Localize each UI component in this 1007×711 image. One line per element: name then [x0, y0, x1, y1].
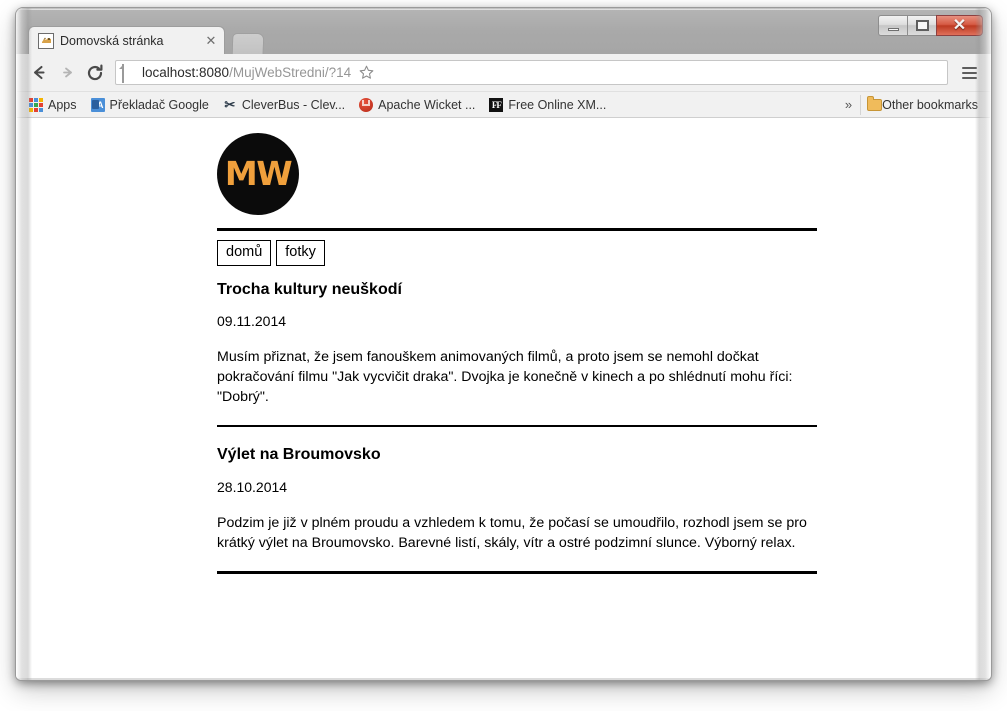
post-body: Musím přiznat, že jsem fanouškem animova… — [217, 348, 793, 406]
page-content: MW domů fotky Trocha kultury neuškodí 09… — [217, 133, 817, 574]
hamburger-line — [961, 71, 977, 74]
reload-button[interactable] — [81, 59, 109, 87]
url-text: localhost:8080/MujWebStredni/?14 — [142, 65, 351, 80]
tab-close-icon[interactable]: ✕ — [204, 34, 218, 47]
bookmark-star-icon[interactable] — [357, 65, 375, 80]
nav-link-fotky[interactable]: fotky — [276, 240, 325, 266]
header-divider — [217, 228, 817, 231]
bookmark-google-translate[interactable]: A Překladač Google — [85, 95, 215, 115]
post-body: Podzim je již v plném proudu a vzhledem … — [217, 514, 807, 551]
bookmark-free-online-xml[interactable]: FF Free Online XM... — [483, 95, 612, 115]
bookmark-cleverbus[interactable]: ✂ CleverBus - Clev... — [217, 95, 351, 115]
other-bookmarks-button[interactable]: Other bookmarks — [860, 94, 984, 115]
back-arrow-icon — [33, 65, 45, 80]
site-navigation: domů fotky — [217, 240, 817, 266]
browser-window: ✕ Domovská stránka ✕ localhost:8080/MujW… — [16, 8, 991, 680]
post-divider — [217, 425, 817, 428]
bookmark-label: Apps — [48, 97, 77, 112]
browser-tab[interactable]: Domovská stránka ✕ — [28, 26, 225, 54]
url-host: localhost:8080 — [142, 65, 230, 80]
reload-icon — [87, 63, 103, 80]
blog-post: Trocha kultury neuškodí 09.11.2014 Musím… — [217, 280, 817, 408]
bookmark-label: CleverBus - Clev... — [241, 97, 346, 112]
window-title-bar: ✕ Domovská stránka ✕ — [16, 8, 991, 54]
nav-link-domu[interactable]: domů — [217, 240, 272, 266]
page-viewport: MW domů fotky Trocha kultury neuškodí 09… — [17, 118, 990, 678]
bookmark-label: Překladač Google — [109, 97, 209, 112]
desktop-background: ✕ Domovská stránka ✕ localhost:8080/MujW… — [0, 0, 1007, 711]
tab-title: Domovská stránka — [60, 33, 164, 48]
free-online-xml-icon: FF — [489, 97, 504, 112]
bookmarks-bar: Apps A Překladač Google ✂ CleverBus - Cl… — [17, 92, 990, 118]
post-title: Výlet na Broumovsko — [217, 446, 381, 464]
new-tab-button[interactable] — [231, 33, 265, 54]
post-title: Trocha kultury neuškodí — [217, 280, 402, 298]
post-date: 28.10.2014 — [217, 478, 288, 495]
browser-toolbar: localhost:8080/MujWebStredni/?14 — [17, 54, 990, 92]
bookmark-label: Free Online XM... — [508, 97, 607, 112]
page-document-icon — [122, 64, 136, 83]
other-bookmarks-label: Other bookmarks — [882, 97, 978, 112]
google-translate-icon: A — [90, 97, 105, 112]
forward-arrow-icon — [62, 67, 72, 78]
favicon-icon — [38, 32, 54, 49]
bookmark-apps[interactable]: Apps — [23, 95, 83, 115]
folder-icon — [867, 96, 883, 111]
back-button[interactable] — [25, 59, 53, 87]
hamburger-line — [961, 66, 977, 69]
chrome-menu-button[interactable] — [956, 60, 982, 86]
tab-strip: Domovská stránka ✕ — [16, 26, 991, 54]
cleverbus-icon: ✂ — [224, 96, 236, 112]
address-bar[interactable]: localhost:8080/MujWebStredni/?14 — [115, 60, 948, 85]
apache-wicket-icon — [359, 97, 374, 112]
apps-grid-icon — [29, 97, 43, 112]
url-path: /MujWebStredni/?14 — [229, 65, 352, 80]
post-date: 09.11.2014 — [217, 312, 287, 329]
bookmark-apache-wicket[interactable]: Apache Wicket ... — [353, 95, 481, 115]
footer-divider — [217, 570, 817, 574]
site-logo: MW — [217, 133, 299, 215]
bookmarks-overflow-button[interactable]: » — [837, 97, 860, 112]
forward-button[interactable] — [53, 59, 81, 87]
bookmark-label: Apache Wicket ... — [378, 97, 476, 112]
site-logo-text: MW — [224, 154, 293, 193]
blog-post: Výlet na Broumovsko 28.10.2014 Podzim je… — [217, 445, 817, 553]
hamburger-line — [961, 76, 977, 79]
